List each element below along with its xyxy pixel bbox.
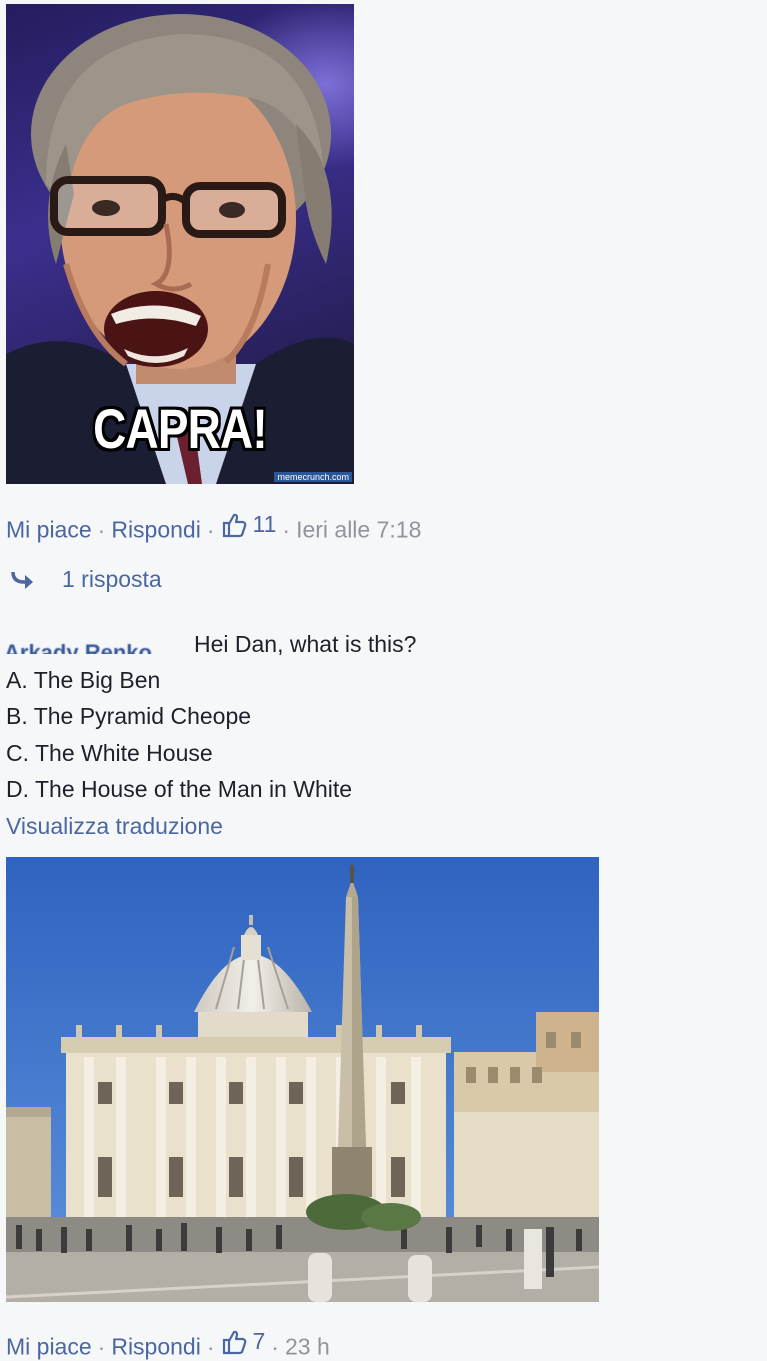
comment-timestamp[interactable]: Ieri alle 7:18 — [296, 517, 421, 543]
view-replies-link[interactable]: 1 risposta — [10, 566, 162, 593]
reply-link[interactable]: Rispondi — [111, 1334, 201, 1360]
comment-photo[interactable] — [6, 857, 599, 1302]
view-replies-label: 1 risposta — [62, 566, 162, 592]
comment-actions-row: Mi piace · Rispondi · 11 · Ieri alle 7:18 — [6, 511, 421, 544]
comment-option-a: A. The Big Ben — [6, 667, 161, 693]
meme-image[interactable]: CAPRA! memecrunch.com — [6, 4, 354, 484]
like-count: 7 — [252, 1328, 266, 1354]
basilica-photo-illustration — [6, 857, 599, 1302]
separator: · — [97, 516, 106, 543]
like-count: 11 — [252, 511, 277, 537]
separator: · — [206, 516, 215, 543]
comment-author-label: Arkady Renko — [4, 640, 152, 654]
thumbs-up-icon — [222, 513, 246, 537]
like-count-button[interactable]: 7 — [221, 1328, 266, 1355]
comment-timestamp[interactable]: 23 h — [285, 1334, 330, 1360]
comment-option-b: B. The Pyramid Cheope — [6, 703, 252, 729]
reply-arrow-icon — [11, 571, 33, 589]
comment-text-line: Hei Dan, what is this? — [194, 631, 417, 657]
separator: · — [206, 1333, 215, 1360]
thumbs-up-icon — [222, 1330, 246, 1354]
comment-actions-row: Mi piace · Rispondi · 7 · 23 h — [6, 1328, 330, 1361]
like-count-button[interactable]: 11 — [221, 511, 277, 538]
see-translation-link[interactable]: Visualizza traduzione — [6, 813, 223, 840]
meme-caption: CAPRA! — [93, 397, 267, 460]
like-link[interactable]: Mi piace — [6, 517, 92, 543]
meme-watermark: memecrunch.com — [274, 472, 352, 482]
comment-option-d: D. The House of the Man in White — [6, 776, 353, 802]
separator: · — [282, 516, 291, 543]
separator: · — [271, 1333, 279, 1360]
author-crop-overlay — [0, 628, 188, 640]
comment-option-c: C. The White House — [6, 740, 213, 766]
separator: · — [97, 1333, 106, 1360]
reply-link[interactable]: Rispondi — [111, 517, 201, 543]
like-link[interactable]: Mi piace — [6, 1334, 92, 1360]
